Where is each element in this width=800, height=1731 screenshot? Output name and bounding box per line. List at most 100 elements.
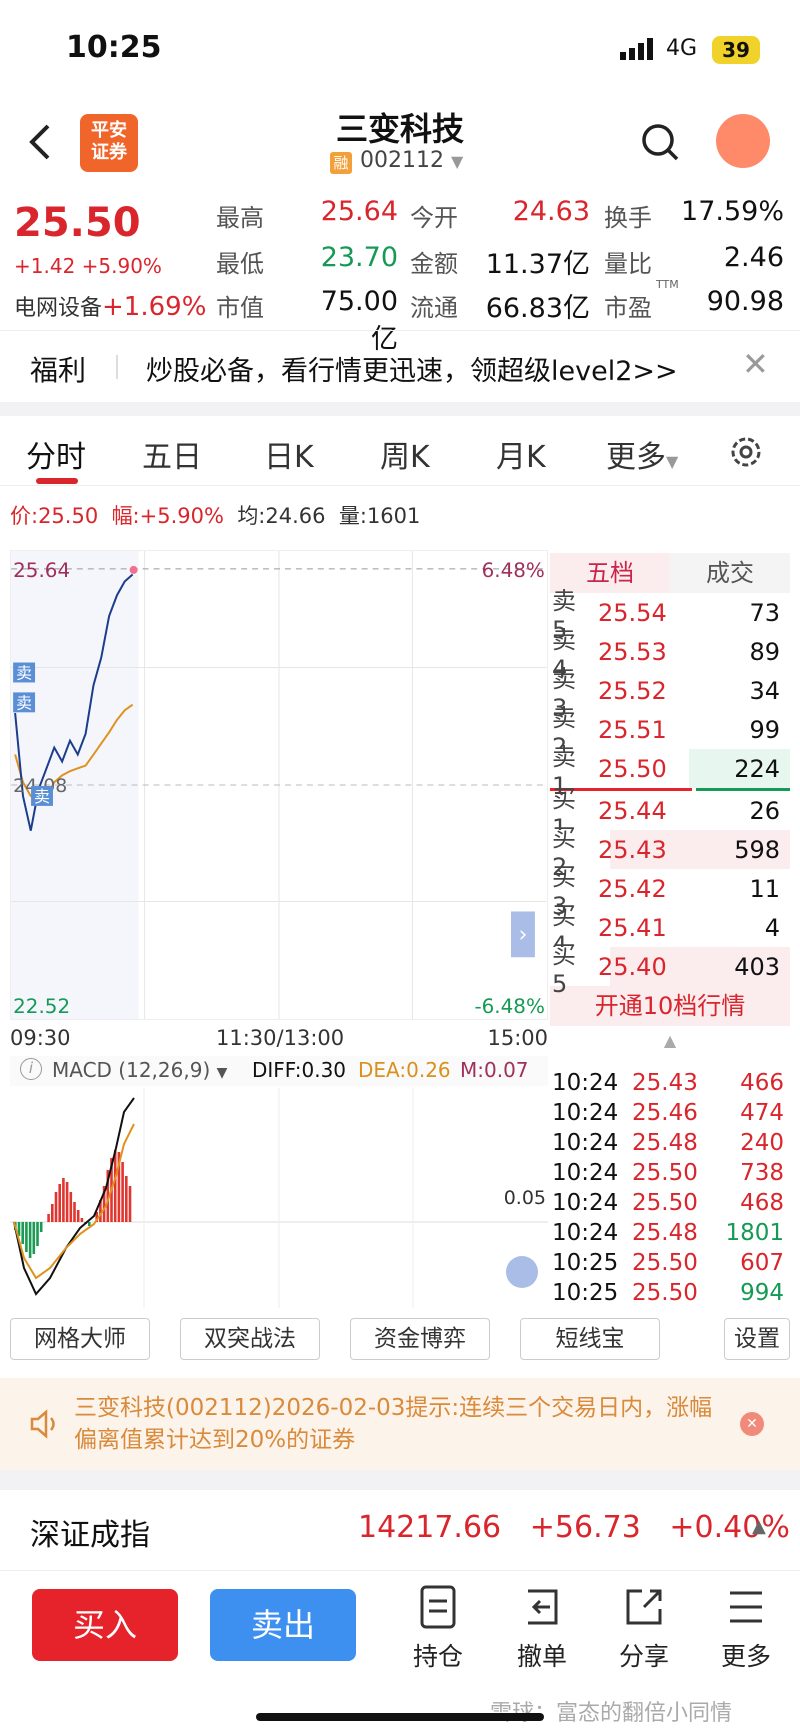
intraday-chart[interactable]: 25.64 6.48% 24.08 22.52 -6.48% 卖 卖 卖 › [10, 550, 548, 1020]
trade-row: 10:25 25.50 607 [552, 1248, 790, 1278]
sell-marker-label: 卖 [16, 663, 32, 682]
trade-price: 25.48 [632, 1220, 698, 1246]
sell-marker-label: 卖 [34, 787, 50, 806]
expand-chart-button[interactable]: › [511, 911, 535, 958]
quote-value: 11.37亿 [485, 249, 590, 280]
time-mid: 11:30/13:00 [216, 1026, 345, 1050]
more-button[interactable]: 更多 [706, 1583, 786, 1673]
share-button[interactable]: 分享 [604, 1583, 684, 1673]
divider [0, 1470, 800, 1490]
macd-bar [88, 1222, 91, 1226]
order-price: 25.50 [598, 754, 667, 783]
trade-row: 10:24 25.48 1801 [552, 1218, 790, 1248]
order-volume: 26 [749, 796, 780, 825]
trade-volume: 468 [740, 1190, 784, 1216]
tab-intraday[interactable]: 分时 [26, 432, 86, 476]
positions-button[interactable]: 持仓 [398, 1583, 478, 1673]
macd-bar [25, 1222, 28, 1252]
quote-value: 23.70 [320, 242, 398, 273]
index-change: +56.73 [529, 1510, 641, 1545]
tab-monthly-k[interactable]: 月K [496, 432, 546, 476]
macd-bar [28, 1222, 32, 1258]
order-book-row[interactable]: 买5 25.40 403 [550, 941, 790, 998]
macd-header: i MACD (12,26,9) ▼ DIFF:0.30 DEA:0.26 M:… [10, 1056, 548, 1086]
sell-button[interactable]: 卖出 [210, 1589, 356, 1661]
macd-bar [21, 1222, 24, 1244]
tab-five-day[interactable]: 五日 [142, 432, 202, 476]
tool-double-breakout[interactable]: 双突战法 [180, 1318, 320, 1360]
fullscreen-icon[interactable] [506, 1256, 538, 1288]
trade-time: 10:25 [552, 1280, 619, 1306]
menu-icon [730, 1591, 762, 1623]
macd-level-label: 0.05 [504, 1187, 546, 1209]
tab-weekly-k[interactable]: 周K [380, 432, 430, 476]
gear-icon[interactable] [728, 434, 764, 470]
avatar[interactable] [716, 114, 770, 168]
trade-price: 25.43 [632, 1070, 698, 1096]
stock-name[interactable]: 三变科技 [0, 104, 800, 150]
tool-short-term[interactable]: 短线宝 [520, 1318, 660, 1360]
trade-row: 10:24 25.50 738 [552, 1158, 790, 1188]
bottom-price-label: 22.52 [13, 995, 70, 1018]
index-bar[interactable]: 深证成指 14217.66 +56.73 +0.40% ▲ [0, 1492, 800, 1562]
tool-grid-master[interactable]: 网格大师 [10, 1318, 150, 1360]
macd-bar [58, 1184, 61, 1222]
trade-time: 10:24 [552, 1130, 619, 1156]
macd-chart: 0.05 [10, 1088, 548, 1308]
more-label: 更多 [720, 1642, 771, 1671]
quote-value: 66.83亿 [485, 293, 590, 324]
time-end: 15:00 [487, 1026, 548, 1050]
info-icon[interactable]: i [20, 1058, 42, 1080]
order-price: 25.53 [598, 637, 667, 666]
sector-info[interactable]: 电网设备+1.69% [14, 290, 206, 322]
battery-icon: 39 [712, 36, 760, 64]
macd-bar [121, 1162, 124, 1222]
close-icon[interactable]: ✕ [742, 345, 769, 383]
trade-time: 10:25 [552, 1250, 619, 1276]
index-value: 14217.66 [358, 1510, 502, 1545]
order-price: 25.40 [598, 952, 667, 981]
trade-volume: 240 [740, 1130, 784, 1156]
macd-bar [47, 1214, 50, 1222]
cancel-order-button[interactable]: 撤单 [502, 1583, 582, 1673]
quote-label: 市盈 [604, 294, 652, 322]
close-icon[interactable]: ✕ [740, 1412, 764, 1436]
quote-value: 25.64 [320, 196, 398, 227]
tab-more[interactable]: 更多▼ [606, 432, 678, 476]
promo-banner[interactable]: 福利 炒股必备，看行情更迅速，领超级level2>> ✕ [0, 330, 800, 402]
top-price-label: 25.64 [13, 559, 70, 582]
trade-volume: 474 [740, 1100, 784, 1126]
quote-label: 市值 [216, 294, 264, 322]
trade-price: 25.46 [632, 1100, 698, 1126]
quote-label: 流通 [410, 294, 458, 322]
order-volume: 11 [749, 874, 780, 903]
tool-fund-game[interactable]: 资金博弈 [350, 1318, 490, 1360]
macd-bar [128, 1186, 132, 1222]
tab-daily-k[interactable]: 日K [264, 432, 314, 476]
macd-bar [69, 1192, 73, 1222]
trade-row: 10:24 25.48 240 [552, 1128, 790, 1158]
tab-ticks[interactable]: 成交 [670, 553, 790, 593]
undo-icon [528, 1589, 558, 1625]
cancel-order-label: 撤单 [516, 1642, 567, 1671]
index-name: 深证成指 [30, 1518, 150, 1553]
search-icon[interactable] [640, 122, 680, 162]
macd-bar [36, 1222, 39, 1246]
stock-code[interactable]: 002112 ▼ [360, 148, 463, 173]
order-volume: 73 [749, 598, 780, 627]
tool-settings[interactable]: 设置 [724, 1318, 790, 1360]
buy-button[interactable]: 买入 [32, 1589, 178, 1661]
order-price: 25.41 [598, 913, 667, 942]
macd-selector[interactable]: MACD (12,26,9) ▼ [52, 1058, 227, 1082]
info-change: 幅:+5.90% [111, 504, 224, 528]
order-price: 25.44 [598, 796, 667, 825]
trade-volume: 994 [740, 1280, 784, 1306]
chevron-down-icon: ▼ [450, 152, 464, 171]
quote-label: 换手 [604, 204, 652, 232]
trade-price: 25.50 [632, 1250, 698, 1276]
trade-volume: 466 [740, 1070, 784, 1096]
chevron-up-icon[interactable]: ▲ [752, 1516, 766, 1537]
sell-marker: 卖 [31, 785, 53, 806]
time-axis: 09:30 11:30/13:00 15:00 [10, 1026, 548, 1054]
chevron-up-icon[interactable]: ▲ [550, 1026, 790, 1056]
